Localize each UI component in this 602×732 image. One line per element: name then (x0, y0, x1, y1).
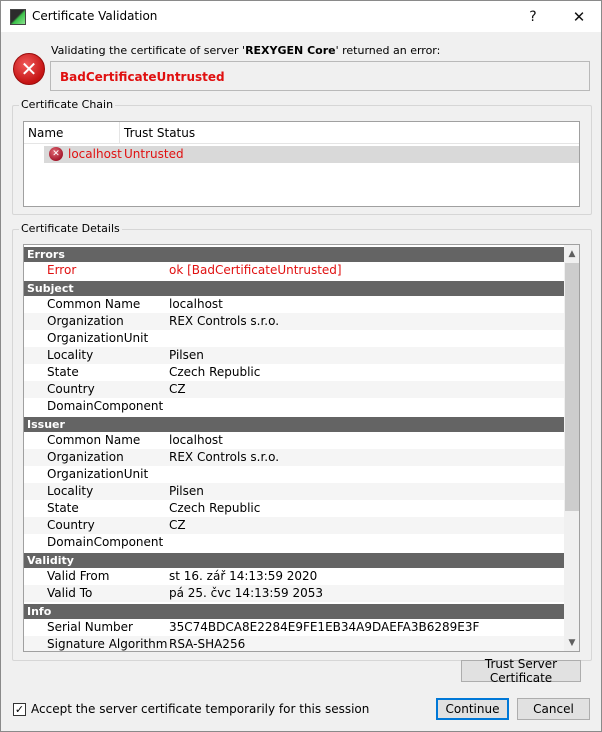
detail-key: Locality (47, 484, 94, 498)
error-message: Validating the certificate of server 'RE… (51, 44, 440, 57)
server-name: REXYGEN Core (245, 44, 336, 57)
detail-value: REX Controls s.r.o. (169, 450, 280, 464)
detail-row[interactable]: State Czech Republic (24, 500, 564, 517)
section-header-subject: Subject (24, 281, 564, 296)
section-header-issuer: Issuer (24, 417, 564, 432)
detail-row[interactable]: Organization REX Controls s.r.o. (24, 313, 564, 330)
detail-key: Error (47, 263, 77, 277)
error-icon: ✕ (13, 53, 45, 85)
accept-temporarily-checkbox[interactable]: ✓ (13, 703, 26, 716)
detail-row[interactable]: Error ok [BadCertificateUntrusted] (24, 262, 564, 279)
detail-value: st 16. zář 14:13:59 2020 (169, 569, 318, 583)
detail-key: Locality (47, 348, 94, 362)
app-icon (10, 9, 26, 25)
detail-value: Czech Republic (169, 365, 261, 379)
detail-value: Czech Republic (169, 501, 261, 515)
detail-row[interactable]: OrganizationUnit (24, 330, 564, 347)
detail-row[interactable]: Serial Number 35C74BDCA8E2284E9FE1EB34A9D… (24, 619, 564, 636)
column-separator[interactable] (119, 122, 120, 144)
detail-key: State (47, 501, 79, 515)
section-header-info: Info (24, 604, 564, 619)
detail-key: Valid From (47, 569, 110, 583)
section-header-validity: Validity (24, 553, 564, 568)
column-header-name[interactable]: Name (28, 126, 63, 140)
detail-key: Signature Algorithm (47, 637, 168, 651)
detail-value: CZ (169, 382, 186, 396)
detail-key: OrganizationUnit (47, 331, 149, 345)
detail-value: localhost (169, 433, 223, 447)
chain-row-name: localhost (68, 147, 122, 161)
continue-button[interactable]: Continue (436, 698, 509, 720)
detail-value: CZ (169, 518, 186, 532)
detail-key: OrganizationUnit (47, 467, 149, 481)
detail-value: Pilsen (169, 348, 204, 362)
detail-row[interactable]: Signature Algorithm RSA-SHA256 (24, 636, 564, 651)
detail-key: DomainComponent (47, 535, 164, 549)
detail-value: REX Controls s.r.o. (169, 314, 280, 328)
detail-value: RSA-SHA256 (169, 637, 246, 651)
detail-value: 35C74BDCA8E2284E9FE1EB34A9DAEFA3B6289E3F (169, 620, 480, 634)
detail-row[interactable]: Valid From st 16. zář 14:13:59 2020 (24, 568, 564, 585)
detail-row[interactable]: Locality Pilsen (24, 347, 564, 364)
detail-value: pá 25. čvc 14:13:59 2053 (169, 586, 324, 600)
detail-value: ok [BadCertificateUntrusted] (169, 263, 342, 277)
details-rows: Errors Error ok [BadCertificateUntrusted] S… (24, 245, 564, 651)
certificate-chain-tree[interactable]: Name Trust Status ✕ localhost Untrusted (23, 121, 580, 207)
detail-row[interactable]: Locality Pilsen (24, 483, 564, 500)
detail-key: Valid To (47, 586, 93, 600)
certificate-details-title: Certificate Details (19, 222, 122, 235)
detail-row[interactable]: OrganizationUnit (24, 466, 564, 483)
detail-row[interactable]: Valid To pá 25. čvc 14:13:59 2053 (24, 585, 564, 602)
detail-row[interactable]: DomainComponent (24, 534, 564, 551)
detail-key: State (47, 365, 79, 379)
detail-key: Common Name (47, 433, 141, 447)
scroll-up-icon[interactable]: ▲ (564, 245, 579, 262)
detail-key: Country (47, 382, 95, 396)
detail-row[interactable]: Common Name localhost (24, 432, 564, 449)
error-code: BadCertificateUntrusted (60, 70, 225, 84)
chain-header: Name Trust Status (24, 122, 579, 144)
cancel-button[interactable]: Cancel (517, 698, 590, 720)
window-title: Certificate Validation (32, 9, 158, 23)
details-scrollbar[interactable]: ▲ ▼ (564, 245, 579, 651)
trust-server-certificate-button[interactable]: Trust Server Certificate (461, 657, 581, 685)
certificate-details-table[interactable]: Errors Error ok [BadCertificateUntrusted] S… (23, 244, 580, 652)
detail-key: Common Name (47, 297, 141, 311)
title-bar: Certificate Validation ? ✕ (1, 1, 601, 32)
detail-value: localhost (169, 297, 223, 311)
detail-row[interactable]: Common Name localhost (24, 296, 564, 313)
detail-row[interactable]: Organization REX Controls s.r.o. (24, 449, 564, 466)
close-button[interactable]: ✕ (557, 1, 601, 32)
detail-key: Country (47, 518, 95, 532)
detail-key: DomainComponent (47, 399, 164, 413)
detail-key: Organization (47, 450, 124, 464)
error-icon: ✕ (49, 147, 63, 161)
detail-row[interactable]: DomainComponent (24, 398, 564, 415)
detail-row[interactable]: Country CZ (24, 381, 564, 398)
chain-row-localhost[interactable]: ✕ localhost Untrusted (44, 146, 579, 163)
scrollbar-thumb[interactable] (565, 263, 579, 511)
detail-key: Organization (47, 314, 124, 328)
detail-row[interactable]: State Czech Republic (24, 364, 564, 381)
certificate-chain-title: Certificate Chain (19, 98, 116, 111)
error-message-suffix: ' returned an error: (335, 44, 441, 57)
error-message-prefix: Validating the certificate of server ' (51, 44, 246, 57)
help-button[interactable]: ? (511, 1, 555, 32)
detail-value: Pilsen (169, 484, 204, 498)
scroll-down-icon[interactable]: ▼ (564, 634, 579, 651)
accept-temporarily-label[interactable]: Accept the server certificate temporaril… (31, 702, 369, 716)
column-header-trust-status[interactable]: Trust Status (124, 126, 195, 140)
chain-row-status: Untrusted (124, 147, 184, 161)
error-code-box: BadCertificateUntrusted (50, 61, 590, 91)
checkmark-icon: ✓ (14, 703, 25, 716)
certificate-validation-dialog: Certificate Validation ? ✕ ✕ Validating … (0, 0, 602, 732)
detail-key: Serial Number (47, 620, 133, 634)
detail-row[interactable]: Country CZ (24, 517, 564, 534)
section-header-errors: Errors (24, 247, 564, 262)
